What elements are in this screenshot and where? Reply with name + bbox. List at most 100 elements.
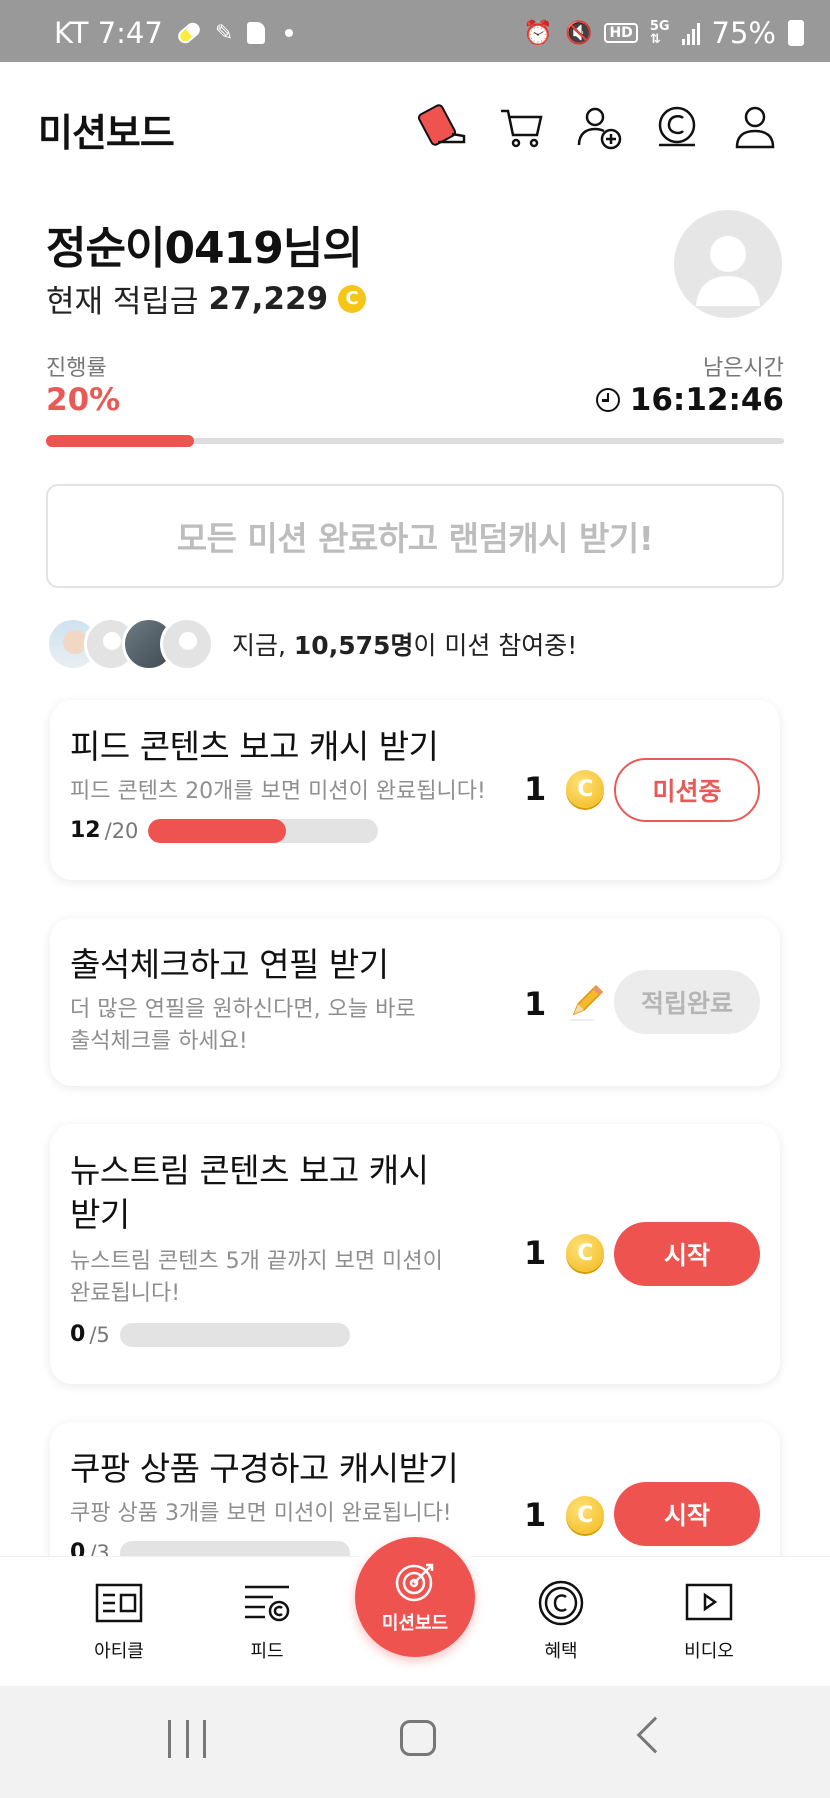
overall-progress-bar [46,435,784,447]
5g-icon: 5G ⇅ [649,19,670,47]
home-icon[interactable] [400,1720,436,1756]
cash-icon[interactable] [652,102,702,152]
mission-desc: 피드 콘텐츠 20개를 보면 미션이 완료됩니다! [70,779,486,804]
mission-desc-line1: 뉴스트림 콘텐츠 5개 끝까지 보면 미션이 [70,1249,443,1274]
mission-reward: 1 C [524,770,605,808]
mission-title: 피드 콘텐츠 보고 캐시 받기 [70,727,439,766]
mission-progress: 0/5 [70,1322,350,1347]
coin-icon: C [566,770,605,808]
nav-item-article[interactable]: 아티클 [64,1577,174,1663]
clock-icon [595,388,620,412]
mission-desc: 쿠팡 상품 3개를 보면 미션이 완료됩니다! [70,1501,452,1526]
user-name: 정순이0419님의 [46,223,363,274]
mission-in-progress-button[interactable]: 미션중 [614,758,760,822]
nav-label: 아티클 [94,1641,144,1662]
balance-value: 27,229 [208,280,329,317]
remaining-time: 16:12:46 [595,382,784,418]
status-bar: KT 7:47 ✎ ⏰ 🔇 HD 5G ⇅ 75% [0,0,830,62]
reward-amount: 1 [524,1496,547,1534]
bottom-nav: 아티클 피드 미션보드 혜택 비디오 [0,1527,830,1686]
mission-start-button[interactable]: 시작 [614,1222,760,1286]
remaining-time-label: 남은시간 [703,356,784,381]
alarm-icon: ⏰ [523,19,554,47]
app-notification-icon [247,22,266,44]
mission-title-line1: 뉴스트림 콘텐츠 보고 캐시 [70,1151,429,1190]
battery-percent: 75% [711,16,776,50]
profile-icon[interactable] [730,102,780,152]
overall-progress-fill [46,435,194,447]
signal-icon [681,21,700,45]
mission-progress-bar [119,1322,350,1347]
coin-icon: C [566,1496,605,1534]
more-notifications-icon [285,29,294,37]
feed-icon [212,1577,322,1629]
hd-icon: HD [604,23,638,43]
pencil-icon [566,982,606,1026]
participants-count: 10,575명 [293,631,414,660]
mission-reward: 1 [524,982,606,1026]
recent-apps-icon[interactable] [168,1720,206,1758]
pill-notification-icon [175,19,203,47]
participants-prefix: 지금, [232,631,286,660]
nav-item-benefits[interactable]: 혜택 [506,1577,616,1663]
mission-title-line2: 받기 [70,1195,130,1234]
add-friend-icon[interactable] [574,102,624,152]
mission-desc-line2: 출석체크를 하세요! [70,1029,248,1054]
participant-avatar [160,617,214,671]
mission-card-newstream[interactable]: 뉴스트림 콘텐츠 보고 캐시 받기 뉴스트림 콘텐츠 5개 끝까지 보면 미션이… [50,1124,780,1384]
reward-amount: 1 [524,1234,547,1272]
mission-progress-total: /5 [89,1322,110,1347]
balance-label: 현재 적립금 [46,284,199,320]
video-icon [654,1577,764,1629]
nav-item-feed[interactable]: 피드 [212,1577,322,1663]
mission-title: 쿠팡 상품 구경하고 캐시받기 [70,1449,459,1488]
mission-progress-fill [148,818,287,843]
article-icon [64,1577,174,1629]
target-icon [355,1559,475,1605]
avatar[interactable] [674,210,782,318]
mission-progress-bar [148,818,379,843]
progress-value: 20% [46,382,121,418]
app-header: 미션보드 [0,62,830,192]
balance-row: 현재 적립금 27,229 C [46,276,367,321]
participants-row: 지금, 10,575명이 미션 참여중! [46,616,577,672]
carrier-time: KT 7:47 [54,16,163,50]
mute-icon: 🔇 [565,20,593,46]
mission-start-button[interactable]: 시작 [614,1482,760,1546]
participants-suffix: 이 미션 참여중! [413,631,578,660]
mission-reward: 1 C [524,1234,605,1272]
cart-icon[interactable] [496,102,546,152]
mission-title: 출석체크하고 연필 받기 [70,945,389,984]
nav-label: 비디오 [684,1641,734,1662]
reward-amount: 1 [524,985,547,1023]
mission-card-attendance[interactable]: 출석체크하고 연필 받기 더 많은 연필을 원하신다면, 오늘 바로 출석체크를… [50,918,780,1086]
mission-completed-button[interactable]: 적립완료 [614,970,760,1034]
progress-label: 진행률 [46,356,107,381]
nav-item-video[interactable]: 비디오 [654,1577,764,1663]
mission-progress: 12/20 [70,818,379,843]
back-icon[interactable] [636,1716,674,1754]
mission-reward: 1 C [524,1496,605,1534]
system-nav-bar [0,1686,830,1798]
feather-notification-icon: ✎ [214,20,234,46]
nav-label: 미션보드 [381,1613,449,1634]
remaining-time-value: 16:12:46 [629,382,784,418]
reward-amount: 1 [524,770,547,808]
mission-desc-line2: 완료됩니다! [70,1281,181,1306]
participants-text: 지금, 10,575명이 미션 참여중! [232,626,577,662]
random-cash-button[interactable]: 모든 미션 완료하고 랜덤캐시 받기! [46,484,784,588]
nav-label: 혜택 [544,1641,578,1662]
mission-progress-done: 12 [70,818,101,843]
mission-desc-line1: 더 많은 연필을 원하신다면, 오늘 바로 [70,997,416,1022]
page-title: 미션보드 [38,111,175,155]
coin-icon: C [566,1234,605,1272]
benefits-icon [506,1577,616,1629]
battery-icon [788,20,804,46]
mission-progress-done: 0 [70,1322,86,1347]
coin-icon: C [338,284,367,313]
nav-label: 피드 [250,1641,284,1662]
mission-progress-total: /20 [104,818,139,843]
mission-card-feed[interactable]: 피드 콘텐츠 보고 캐시 받기 피드 콘텐츠 20개를 보면 미션이 완료됩니다… [50,700,780,880]
shoe-icon[interactable] [418,102,468,152]
nav-item-mission-board[interactable]: 미션보드 [355,1537,475,1657]
